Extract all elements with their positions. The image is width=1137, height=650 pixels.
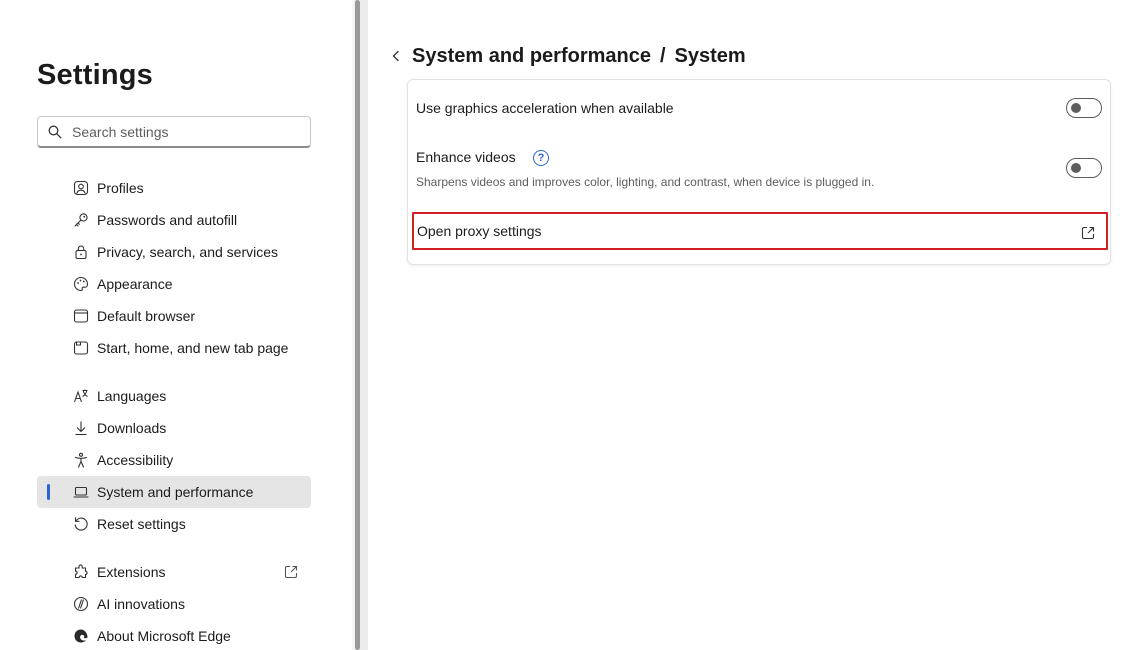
sidebar-item-label: Downloads xyxy=(97,420,167,436)
toggle-knob xyxy=(1071,163,1081,173)
search-box[interactable] xyxy=(37,116,311,148)
search-icon xyxy=(38,125,72,139)
system-settings-card: Use graphics acceleration when available… xyxy=(407,79,1111,265)
sidebar-item-start-home[interactable]: Start, home, and new tab page xyxy=(37,332,311,364)
breadcrumb-separator: / xyxy=(659,44,666,67)
sidebar-item-label: Passwords and autofill xyxy=(97,212,238,228)
sidebar-item-reset[interactable]: Reset settings xyxy=(37,508,311,540)
sidebar-item-label: System and performance xyxy=(97,484,254,500)
sidebar-item-ai-innovations[interactable]: AI innovations xyxy=(37,588,311,620)
help-icon[interactable]: ? xyxy=(533,150,549,166)
laptop-icon xyxy=(73,484,89,500)
sidebar-item-label: Languages xyxy=(97,388,167,404)
enhance-videos-label: Enhance videos xyxy=(416,149,516,165)
toggle-knob xyxy=(1071,103,1081,113)
sidebar-item-label: About Microsoft Edge xyxy=(97,628,231,644)
enhance-videos-row: Enhance videos Sharpens videos and impro… xyxy=(408,138,1110,208)
sidebar-item-accessibility[interactable]: Accessibility xyxy=(37,444,311,476)
sidebar-item-label: Accessibility xyxy=(97,452,174,468)
sidebar-item-label: AI innovations xyxy=(97,596,185,612)
active-indicator xyxy=(47,484,50,500)
breadcrumb-parent[interactable]: System and performance xyxy=(412,45,651,68)
sidebar-item-system-performance[interactable]: System and performance xyxy=(37,476,311,508)
graphics-acceleration-row: Use graphics acceleration when available xyxy=(408,80,1110,138)
settings-title: Settings xyxy=(37,59,153,91)
accessibility-icon xyxy=(73,452,89,468)
palette-icon xyxy=(73,276,89,292)
enhance-videos-toggle[interactable] xyxy=(1066,158,1102,178)
sidebar-item-privacy[interactable]: Privacy, search, and services xyxy=(37,236,311,268)
profile-icon xyxy=(73,180,89,196)
sidebar-item-label: Appearance xyxy=(97,276,173,292)
sidebar: Settings Profiles Passwords and autofill… xyxy=(0,0,352,650)
edge-logo-icon xyxy=(73,628,89,644)
language-icon xyxy=(73,388,89,404)
sidebar-item-about-edge[interactable]: About Microsoft Edge xyxy=(37,620,311,650)
sidebar-item-label: Extensions xyxy=(97,564,166,580)
sidebar-item-passwords[interactable]: Passwords and autofill xyxy=(37,204,311,236)
sidebar-item-downloads[interactable]: Downloads xyxy=(37,412,311,444)
browser-window-icon xyxy=(73,308,89,324)
copilot-icon xyxy=(73,596,89,612)
sidebar-item-extensions[interactable]: Extensions xyxy=(37,556,311,588)
key-icon xyxy=(73,212,89,228)
sidebar-item-label: Start, home, and new tab page xyxy=(97,340,289,356)
back-button[interactable] xyxy=(388,48,404,64)
sidebar-item-label: Profiles xyxy=(97,180,144,196)
external-link-icon xyxy=(283,564,299,580)
page-title: System xyxy=(674,44,746,67)
sidebar-item-label: Privacy, search, and services xyxy=(97,244,279,260)
enhance-videos-description: Sharpens videos and improves color, ligh… xyxy=(416,175,875,189)
puzzle-icon xyxy=(73,564,89,580)
pane-divider xyxy=(360,0,368,650)
page-header: System and performance / System xyxy=(388,40,746,72)
graphics-acceleration-toggle[interactable] xyxy=(1066,98,1102,118)
sidebar-item-default-browser[interactable]: Default browser xyxy=(37,300,311,332)
download-icon xyxy=(73,420,89,436)
graphics-acceleration-label: Use graphics acceleration when available xyxy=(416,100,674,116)
reset-icon xyxy=(73,516,89,532)
search-input[interactable] xyxy=(72,123,302,140)
sidebar-item-label: Default browser xyxy=(97,308,196,324)
sidebar-item-profiles[interactable]: Profiles xyxy=(37,172,311,204)
home-page-icon xyxy=(73,340,89,356)
lock-icon xyxy=(73,244,89,260)
sidebar-item-appearance[interactable]: Appearance xyxy=(37,268,311,300)
open-proxy-settings-label: Open proxy settings xyxy=(417,223,542,239)
sidebar-item-languages[interactable]: Languages xyxy=(37,380,311,412)
external-link-icon xyxy=(1080,225,1096,241)
chevron-left-icon xyxy=(392,50,399,62)
open-proxy-settings-row[interactable]: Open proxy settings xyxy=(412,212,1108,250)
sidebar-item-label: Reset settings xyxy=(97,516,186,532)
